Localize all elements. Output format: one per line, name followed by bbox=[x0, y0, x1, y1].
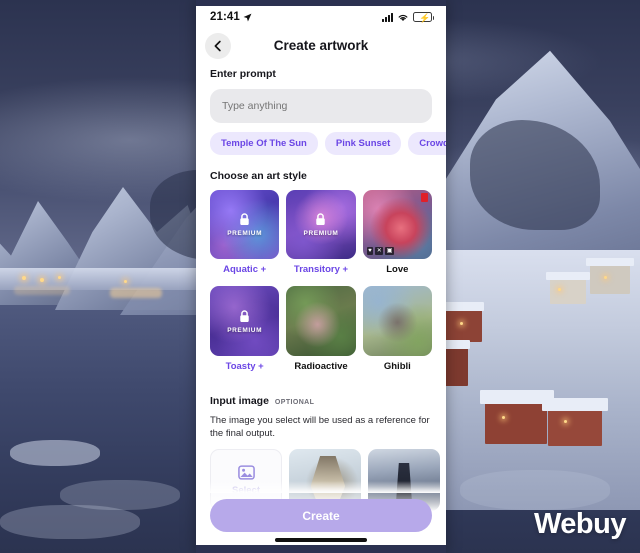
premium-overlay-toasty: PREMIUM bbox=[210, 286, 279, 355]
art-style-tile-transitory[interactable]: PREMIUM Transitory + bbox=[286, 190, 356, 282]
cellular-signal-icon bbox=[382, 12, 393, 22]
webuy-watermark: Webuy bbox=[533, 508, 627, 540]
input-image-description: The image you select will be used as a r… bbox=[210, 414, 430, 439]
status-time: 21:41 bbox=[210, 11, 240, 23]
heart-icon: ♥ bbox=[366, 247, 374, 256]
art-style-tile-aquatic[interactable]: PREMIUM Aquatic + bbox=[210, 190, 280, 282]
suggestion-chip-pink-sunset[interactable]: Pink Sunset bbox=[324, 132, 402, 155]
harbor-light-2 bbox=[40, 278, 44, 282]
art-style-tile-ghibli[interactable]: Ghibli bbox=[362, 286, 432, 378]
art-style-thumbnail-transitory: PREMIUM bbox=[286, 190, 356, 260]
input-image-title: Input image bbox=[210, 394, 269, 407]
prompt-input[interactable] bbox=[210, 89, 432, 123]
create-button-zone: Create bbox=[196, 487, 446, 545]
ice-floe-3 bbox=[0, 505, 140, 539]
thumbnail-mini-icons: ♥ ✕ ▣ bbox=[366, 247, 394, 256]
roof-snow-6 bbox=[586, 258, 634, 266]
art-style-label-love: Love bbox=[386, 264, 409, 276]
window-light-4 bbox=[558, 288, 561, 291]
bottom-letterbox-band bbox=[196, 545, 446, 553]
input-image-optional-tag: OPTIONAL bbox=[274, 398, 315, 406]
window-light-5 bbox=[604, 276, 607, 279]
harbor-light-1 bbox=[22, 276, 26, 280]
battery-charging-icon: ⚡ bbox=[413, 12, 434, 23]
ice-floe-1 bbox=[10, 440, 100, 466]
netflix-badge-icon bbox=[421, 193, 428, 202]
house-red-4 bbox=[548, 408, 602, 446]
art-style-tile-radioactive[interactable]: Radioactive bbox=[286, 286, 356, 378]
lock-icon bbox=[316, 213, 326, 226]
page-title: Create artwork bbox=[273, 38, 369, 53]
phone-screenshot: 21:41 ⚡ Create artwork Enter prompt Type… bbox=[196, 0, 446, 553]
art-style-thumbnail-ghibli bbox=[362, 286, 432, 356]
art-style-thumbnail-aquatic: PREMIUM bbox=[210, 190, 280, 260]
art-style-tile-love[interactable]: ♥ ✕ ▣ Love bbox=[362, 190, 432, 282]
window-light-2 bbox=[502, 416, 505, 419]
art-style-label-toasty: Toasty + bbox=[225, 360, 264, 372]
status-bar: 21:41 ⚡ bbox=[196, 6, 446, 28]
art-style-label-ghibli: Ghibli bbox=[383, 360, 411, 372]
art-style-grid: PREMIUM Aquatic + PREMIUM Transitory + ♥… bbox=[196, 182, 446, 379]
harbor-light-3 bbox=[58, 276, 61, 279]
app-header: Create artwork bbox=[196, 30, 446, 66]
prompt-suggestion-chips: Temple Of The Sun Pink Sunset Crowded bbox=[196, 123, 446, 155]
harbor-light-4 bbox=[124, 280, 127, 283]
input-image-header: Input image OPTIONAL bbox=[196, 379, 446, 407]
lock-icon bbox=[240, 213, 249, 226]
lock-icon bbox=[240, 309, 249, 322]
premium-label-toasty: PREMIUM bbox=[227, 326, 263, 334]
suggestion-chip-temple-of-the-sun[interactable]: Temple Of The Sun bbox=[210, 132, 318, 155]
art-style-label-radioactive: Radioactive bbox=[294, 360, 348, 372]
premium-label-aquatic: PREMIUM bbox=[227, 230, 263, 238]
status-bar-right: ⚡ bbox=[382, 12, 434, 23]
screen-content: Enter prompt Temple Of The Sun Pink Suns… bbox=[196, 68, 446, 512]
window-light-1 bbox=[460, 322, 463, 325]
window-light-3 bbox=[564, 420, 567, 423]
house-red-3 bbox=[485, 400, 547, 444]
square-icon: ▣ bbox=[385, 247, 394, 256]
home-indicator[interactable] bbox=[275, 538, 367, 542]
wifi-icon bbox=[398, 14, 408, 21]
art-style-section-label: Choose an art style bbox=[210, 170, 307, 182]
close-icon: ✕ bbox=[375, 247, 384, 256]
art-style-thumbnail-radioactive bbox=[286, 286, 356, 356]
ice-floe-4 bbox=[460, 470, 610, 510]
roof-snow-4 bbox=[542, 398, 608, 411]
art-style-label-transitory: Transitory + bbox=[293, 264, 349, 276]
location-arrow-icon bbox=[243, 13, 252, 21]
premium-overlay-aquatic: PREMIUM bbox=[210, 190, 279, 259]
art-style-tile-toasty[interactable]: PREMIUM Toasty + bbox=[210, 286, 280, 378]
water-reflection-1 bbox=[110, 288, 162, 298]
premium-label-transitory: PREMIUM bbox=[303, 230, 339, 238]
suggestion-chip-crowded[interactable]: Crowded bbox=[408, 132, 446, 155]
art-style-thumbnail-love: ♥ ✕ ▣ bbox=[362, 190, 432, 260]
art-style-label-aquatic: Aquatic + bbox=[223, 264, 267, 276]
water-reflection-2 bbox=[14, 286, 70, 295]
create-button[interactable]: Create bbox=[210, 499, 432, 532]
status-bar-left: 21:41 bbox=[210, 11, 252, 23]
prompt-section-label: Enter prompt bbox=[210, 68, 276, 80]
house-white-2 bbox=[590, 264, 630, 294]
roof-snow-5 bbox=[546, 272, 590, 280]
house-white-1 bbox=[550, 278, 586, 304]
art-style-thumbnail-toasty: PREMIUM bbox=[210, 286, 280, 356]
premium-overlay-transitory: PREMIUM bbox=[286, 190, 355, 259]
image-picker-icon bbox=[237, 465, 255, 480]
